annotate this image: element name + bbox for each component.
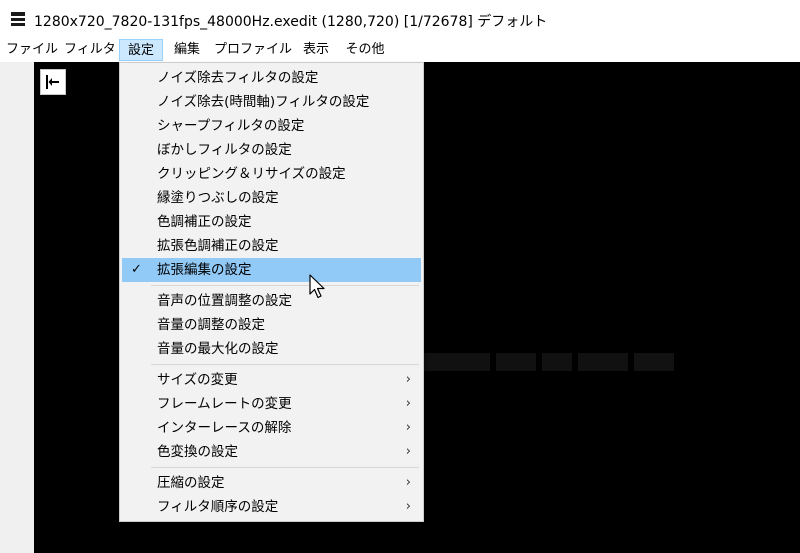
collapse-panel-button[interactable] [40, 69, 66, 95]
menu-item-label: フィルタ順序の設定 [157, 499, 279, 515]
menu-deinterlace[interactable]: インターレースの解除 › [122, 416, 421, 440]
menu-border-fill-settings[interactable]: 縁塗りつぶしの設定 [122, 186, 421, 210]
menu-noise-filter-settings[interactable]: ノイズ除去フィルタの設定 [122, 66, 421, 90]
menu-resize[interactable]: サイズの変更 › [122, 368, 421, 392]
menu-color-correction-settings[interactable]: 色調補正の設定 [122, 210, 421, 234]
menu-framerate-change[interactable]: フレームレートの変更 › [122, 392, 421, 416]
menu-file[interactable]: ファイル [6, 39, 58, 61]
menu-clipping-resize-settings[interactable]: クリッピング＆リサイズの設定 [122, 162, 421, 186]
menu-item-label: 拡張編集の設定 [157, 262, 252, 278]
menu-item-label: 色調補正の設定 [157, 214, 252, 230]
menu-compression-settings[interactable]: 圧縮の設定 › [122, 471, 421, 495]
menu-item-label: ぼかしフィルタの設定 [157, 142, 292, 158]
menu-item-label: ノイズ除去フィルタの設定 [157, 70, 319, 86]
menu-sharp-filter-settings[interactable]: シャープフィルタの設定 [122, 114, 421, 138]
submenu-arrow-icon: › [405, 444, 411, 459]
menu-settings[interactable]: 設定 [119, 39, 163, 61]
menu-filter-order-settings[interactable]: フィルタ順序の設定 › [122, 495, 421, 519]
menu-item-label: 音量の調整の設定 [157, 317, 265, 333]
title-bar: 1280x720_7820-131fps_48000Hz.exedit (128… [0, 0, 800, 38]
menu-volume-maximize-settings[interactable]: 音量の最大化の設定 [122, 337, 421, 361]
submenu-arrow-icon: › [405, 372, 411, 387]
menu-item-label: クリッピング＆リサイズの設定 [157, 166, 346, 182]
menu-edit[interactable]: 編集 [170, 39, 204, 61]
check-icon: ✓ [131, 262, 142, 277]
menu-item-label: サイズの変更 [157, 372, 238, 388]
menu-blur-filter-settings[interactable]: ぼかしフィルタの設定 [122, 138, 421, 162]
menu-volume-adjust-settings[interactable]: 音量の調整の設定 [122, 313, 421, 337]
menu-view[interactable]: 表示 [298, 39, 334, 61]
menu-audio-position-settings[interactable]: 音声の位置調整の設定 [122, 289, 421, 313]
menu-item-label: 圧縮の設定 [157, 475, 225, 491]
menu-extended-color-correction-settings[interactable]: 拡張色調補正の設定 [122, 234, 421, 258]
submenu-arrow-icon: › [405, 499, 411, 514]
menu-filter[interactable]: フィルタ [64, 39, 116, 61]
submenu-arrow-icon: › [405, 475, 411, 490]
menu-separator [151, 364, 419, 365]
menu-extended-edit-settings[interactable]: ✓ 拡張編集の設定 [122, 258, 421, 282]
menu-color-conversion-settings[interactable]: 色変換の設定 › [122, 440, 421, 464]
menu-item-label: 縁塗りつぶしの設定 [157, 190, 279, 206]
menu-item-label: 拡張色調補正の設定 [157, 238, 279, 254]
film-icon[interactable] [11, 12, 25, 26]
menu-item-label: 色変換の設定 [157, 444, 238, 460]
menu-noise-temporal-filter-settings[interactable]: ノイズ除去(時間軸)フィルタの設定 [122, 90, 421, 114]
submenu-arrow-icon: › [405, 396, 411, 411]
left-margin [0, 62, 34, 553]
collapse-left-icon [46, 75, 59, 89]
menu-item-label: フレームレートの変更 [157, 396, 292, 412]
mouse-cursor-icon [309, 274, 325, 299]
menu-separator [151, 285, 419, 286]
menu-item-label: 音量の最大化の設定 [157, 341, 279, 357]
settings-dropdown-menu: ノイズ除去フィルタの設定 ノイズ除去(時間軸)フィルタの設定 シャープフィルタの… [119, 62, 424, 522]
window-title: 1280x720_7820-131fps_48000Hz.exedit (128… [34, 14, 548, 30]
menu-item-label: インターレースの解除 [157, 420, 292, 436]
menu-profile[interactable]: プロファイル [214, 39, 292, 61]
menu-item-label: ノイズ除去(時間軸)フィルタの設定 [157, 94, 370, 110]
submenu-arrow-icon: › [405, 420, 411, 435]
menu-item-label: シャープフィルタの設定 [157, 118, 305, 134]
menu-other[interactable]: その他 [343, 39, 387, 61]
menu-item-label: 音声の位置調整の設定 [157, 293, 292, 309]
menu-bar: ファイル フィルタ 設定 編集 プロファイル 表示 その他 [0, 38, 800, 63]
video-caption-blur [420, 348, 720, 372]
menu-separator [151, 467, 419, 468]
